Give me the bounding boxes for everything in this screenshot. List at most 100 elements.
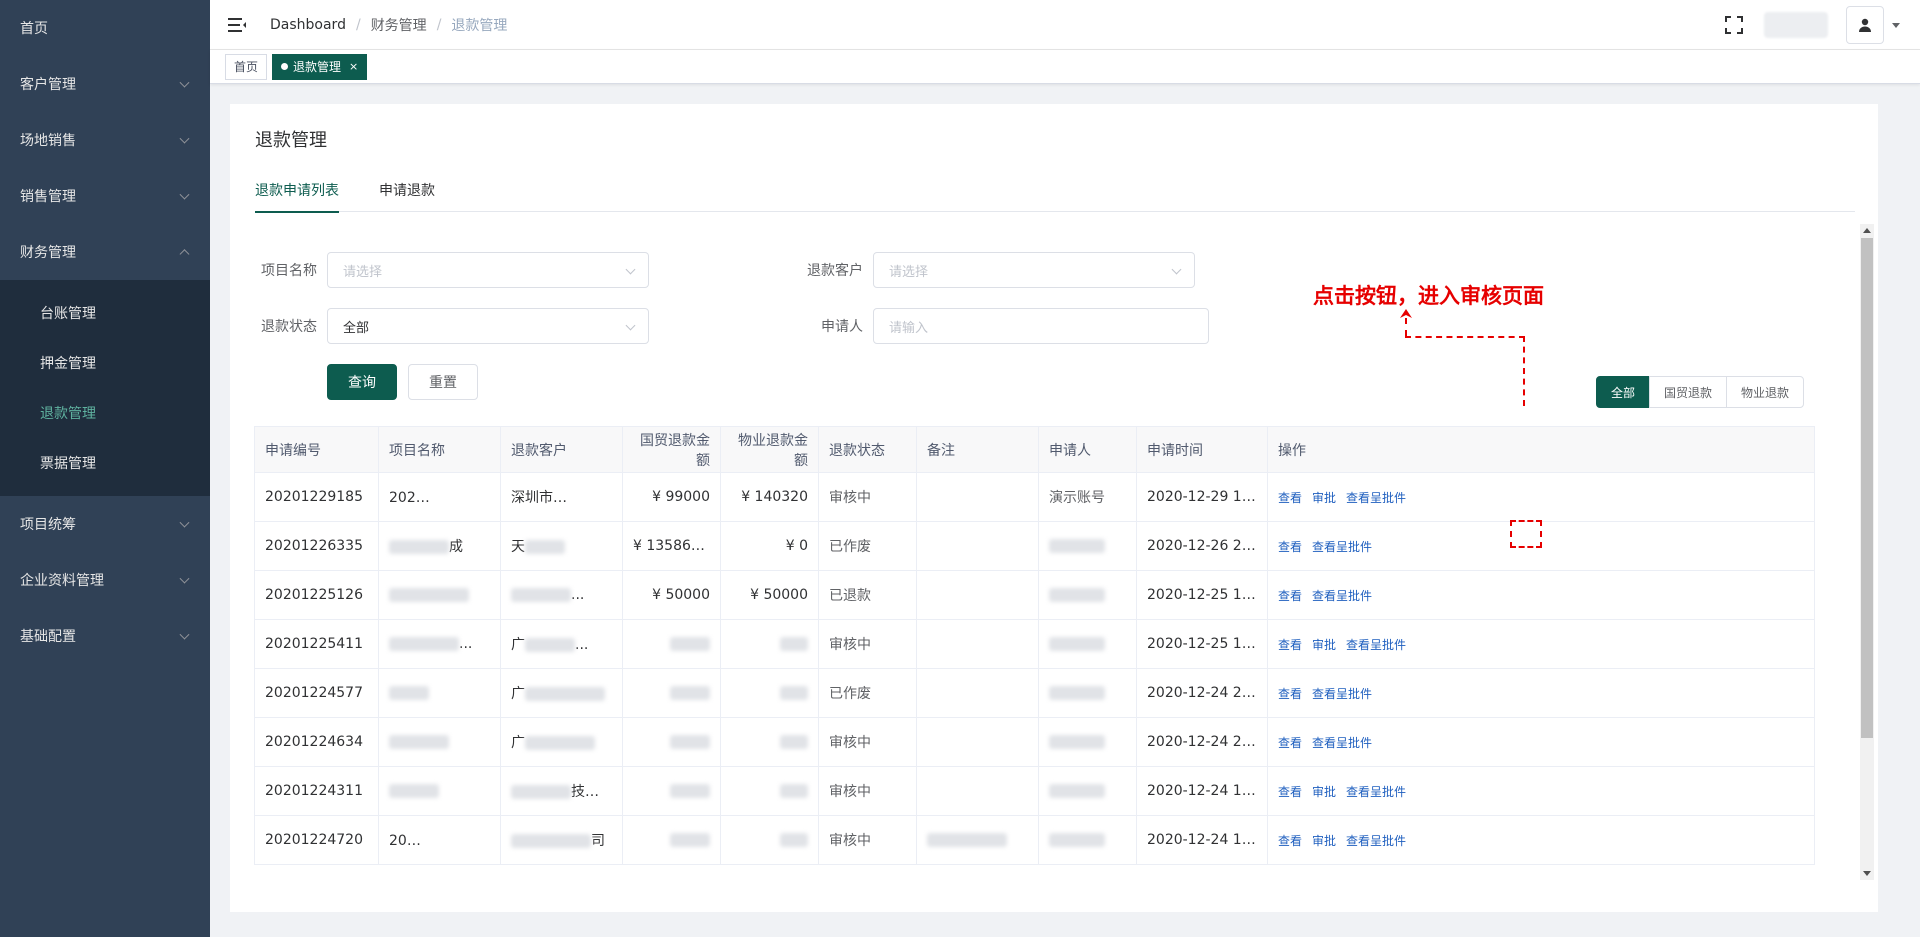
chevron-down-icon <box>179 189 190 200</box>
blurred-text <box>1049 539 1105 553</box>
chevron-down-icon <box>179 517 190 528</box>
table-cell: 查看 审批 查看呈批件 <box>1267 815 1815 865</box>
menu-label: 首页 <box>20 21 48 37</box>
tabs: 退款申请列表 申请退款 <box>255 178 1855 213</box>
blurred-text <box>1049 588 1105 602</box>
cell-text: 202 <box>389 490 416 506</box>
scroll-up-icon[interactable] <box>1863 228 1871 233</box>
cell-text: ¥ 140320 <box>741 489 808 505</box>
tag-label: 退款管理 <box>293 59 342 74</box>
sidebar-item-deposit[interactable]: 押金管理 <box>0 338 210 388</box>
view-doc-link[interactable]: 查看呈批件 <box>1346 785 1406 799</box>
view-link[interactable]: 查看 <box>1278 540 1302 554</box>
reset-button[interactable]: 重置 <box>408 364 478 400</box>
table-cell <box>720 815 819 865</box>
approve-link[interactable]: 审批 <box>1312 491 1336 505</box>
finance-submenu: 台账管理 押金管理 退款管理 票据管理 <box>0 280 210 496</box>
scroll-thumb[interactable] <box>1861 238 1873 738</box>
view-link[interactable]: 查看 <box>1278 687 1302 701</box>
view-link[interactable]: 查看 <box>1278 589 1302 603</box>
tag-refund[interactable]: 退款管理 × <box>272 53 368 80</box>
breadcrumb-finance[interactable]: 财务管理 <box>371 15 427 35</box>
fullscreen-icon[interactable] <box>1724 15 1744 35</box>
cell-text: 20201225411 <box>265 636 363 652</box>
col-header: 物业退款金额 <box>720 426 819 473</box>
menu-enterprise[interactable]: 企业资料管理 <box>0 552 210 608</box>
applicant-input[interactable]: 请输入 <box>873 308 1209 344</box>
view-link[interactable]: 查看 <box>1278 638 1302 652</box>
approve-link[interactable]: 审批 <box>1312 638 1336 652</box>
blurred-text <box>927 833 1007 847</box>
seg-all[interactable]: 全部 <box>1596 376 1651 408</box>
blurred-text <box>780 833 808 847</box>
status-text: 已作废 <box>829 686 871 702</box>
view-doc-link[interactable]: 查看呈批件 <box>1312 736 1372 750</box>
view-doc-link[interactable]: 查看呈批件 <box>1346 638 1406 652</box>
menu-label: 销售管理 <box>20 189 76 205</box>
menu-label: 项目统筹 <box>20 517 76 533</box>
view-link[interactable]: 查看 <box>1278 491 1302 505</box>
blurred-text <box>389 540 449 554</box>
menu-finance[interactable]: 财务管理 <box>0 224 210 280</box>
blurred-text <box>389 735 449 749</box>
hamburger-icon[interactable] <box>228 17 246 32</box>
menu-home[interactable]: 首页 <box>0 0 210 56</box>
table-cell: ¥ 140320 <box>720 472 819 522</box>
table-cell: 广 <box>500 717 623 767</box>
table-cell <box>622 717 721 767</box>
sidebar-item-invoice[interactable]: 票据管理 <box>0 438 210 488</box>
menu-label: 企业资料管理 <box>20 573 104 589</box>
filter-applicant-row: 申请人 请输入 <box>801 308 1209 344</box>
view-doc-link[interactable]: 查看呈批件 <box>1346 491 1406 505</box>
view-doc-link[interactable]: 查看呈批件 <box>1346 834 1406 848</box>
table-cell: 20201226335 <box>254 521 379 571</box>
view-doc-link[interactable]: 查看呈批件 <box>1312 687 1372 701</box>
col-header: 退款客户 <box>500 426 623 473</box>
seg-property[interactable]: 物业退款 <box>1726 376 1805 408</box>
approve-link[interactable]: 审批 <box>1312 785 1336 799</box>
query-button[interactable]: 查询 <box>327 364 397 400</box>
blurred-text <box>670 735 710 749</box>
menu-venue-sales[interactable]: 场地销售 <box>0 112 210 168</box>
status-text: 审核中 <box>829 637 871 653</box>
status-text: 已作废 <box>829 539 871 555</box>
view-link[interactable]: 查看 <box>1278 736 1302 750</box>
sidebar-item-ledger[interactable]: 台账管理 <box>0 288 210 338</box>
menu-project[interactable]: 项目统筹 <box>0 496 210 552</box>
tag-home[interactable]: 首页 <box>225 53 268 80</box>
user-icon <box>1859 18 1871 32</box>
col-header: 项目名称 <box>378 426 501 473</box>
avatar[interactable] <box>1846 6 1884 44</box>
page-title: 退款管理 <box>255 130 327 151</box>
status-select[interactable]: 全部 <box>327 308 649 344</box>
view-link[interactable]: 查看 <box>1278 785 1302 799</box>
cell-text: ... <box>459 636 473 652</box>
main-card: 退款管理 退款申请列表 申请退款 项目名称 请选择 退款客户 请选择 退款状态 … <box>230 104 1878 912</box>
seg-guomao[interactable]: 国贸退款 <box>1649 376 1728 408</box>
filter-status-row: 退款状态 全部 <box>255 308 649 344</box>
menu-sales[interactable]: 销售管理 <box>0 168 210 224</box>
tab-refund-list[interactable]: 退款申请列表 <box>255 178 339 213</box>
table-cell: 查看 查看呈批件 <box>1267 668 1815 718</box>
scroll-down-icon[interactable] <box>1863 871 1871 876</box>
close-icon[interactable]: × <box>349 55 358 79</box>
breadcrumb-dashboard[interactable]: Dashboard <box>270 17 346 33</box>
table-cell <box>378 570 501 620</box>
customer-select[interactable]: 请选择 <box>873 252 1195 288</box>
approve-link[interactable]: 审批 <box>1312 834 1336 848</box>
table-cell: 2020-12-25 16:15:18 <box>1136 570 1268 620</box>
scrollbar[interactable] <box>1860 224 1874 880</box>
cell-text: 广 <box>511 735 525 751</box>
sidebar-item-refund[interactable]: 退款管理 <box>0 388 210 438</box>
menu-config[interactable]: 基础配置 <box>0 608 210 664</box>
menu-customer[interactable]: 客户管理 <box>0 56 210 112</box>
view-doc-link[interactable]: 查看呈批件 <box>1312 540 1372 554</box>
caret-down-icon[interactable] <box>1892 22 1900 28</box>
tab-apply-refund[interactable]: 申请退款 <box>379 178 435 212</box>
project-select[interactable]: 请选择 <box>327 252 649 288</box>
menu-label: 场地销售 <box>20 133 76 149</box>
view-link[interactable]: 查看 <box>1278 834 1302 848</box>
view-doc-link[interactable]: 查看呈批件 <box>1312 589 1372 603</box>
table-cell: 审核中 <box>818 619 917 669</box>
cell-text: ¥ 50000 <box>750 587 808 603</box>
